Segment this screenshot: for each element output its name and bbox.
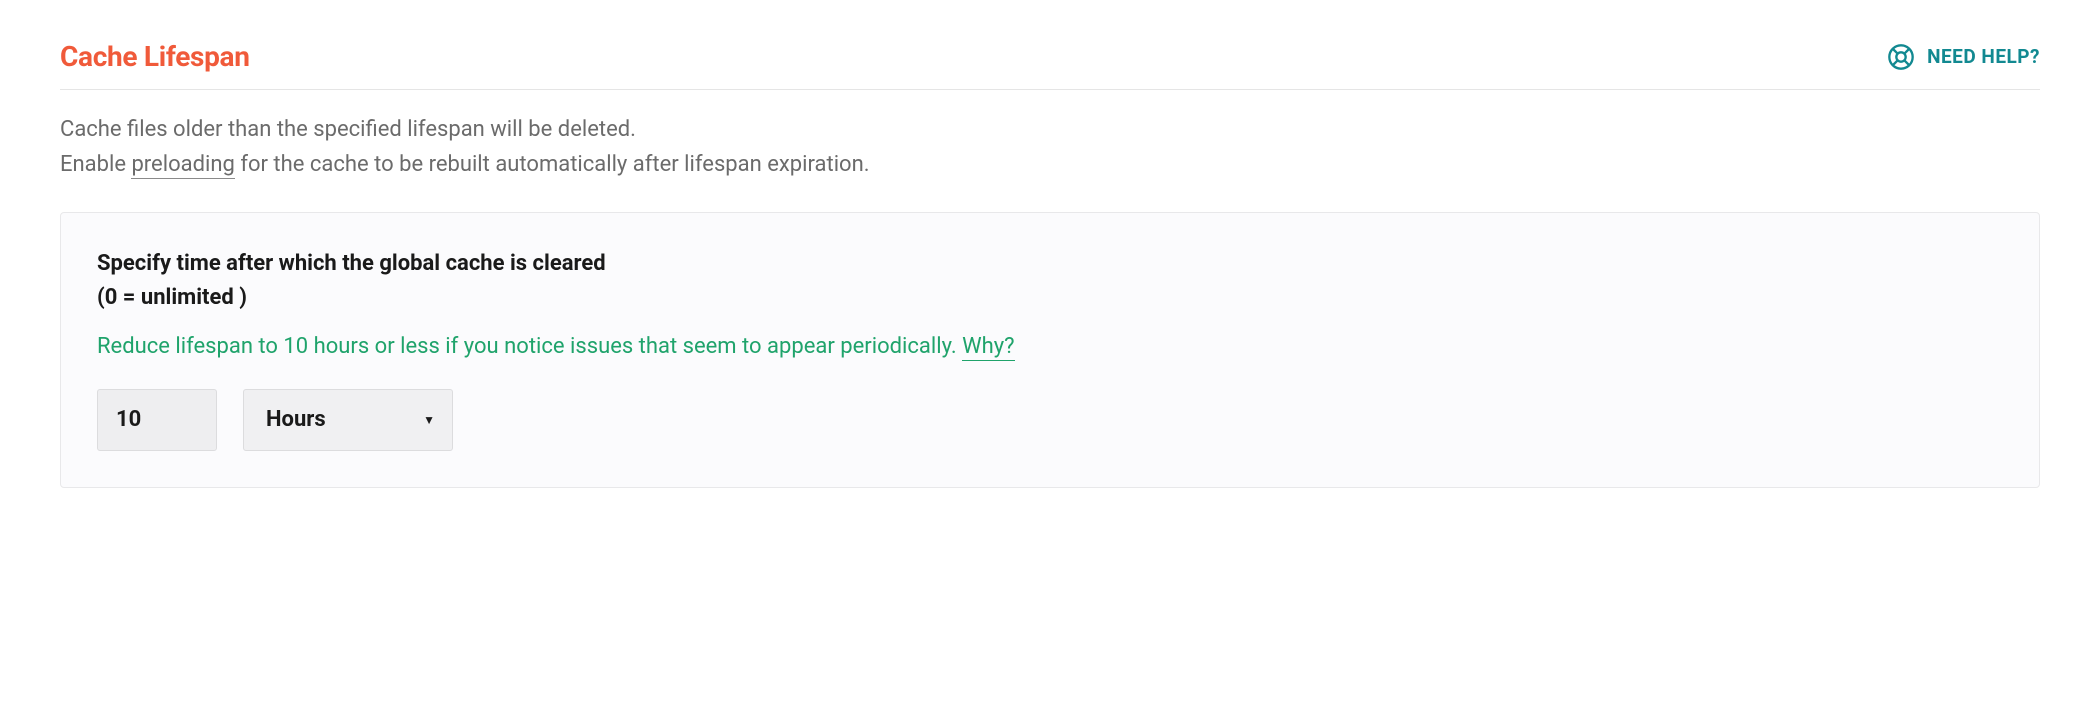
section-header: Cache Lifespan NEED HELP?: [60, 40, 2040, 90]
settings-heading-line-2: (0 = unlimited ): [97, 285, 247, 310]
settings-heading-line-1: Specify time after which the global cach…: [97, 251, 606, 276]
cache-lifespan-settings-box: Specify time after which the global cach…: [60, 212, 2040, 487]
lifebuoy-icon: [1887, 43, 1915, 71]
description-line-2-suffix: for the cache to be rebuilt automaticall…: [235, 152, 870, 177]
need-help-link[interactable]: NEED HELP?: [1887, 43, 2040, 71]
preloading-link[interactable]: preloading: [131, 152, 234, 179]
why-link[interactable]: Why?: [962, 334, 1014, 361]
section-description: Cache files older than the specified lif…: [60, 112, 2040, 182]
lifespan-value-input[interactable]: [97, 389, 217, 451]
need-help-label: NEED HELP?: [1927, 45, 2040, 68]
lifespan-unit-select-wrap: Hours ▼: [243, 389, 453, 451]
settings-heading: Specify time after which the global cach…: [97, 247, 2003, 315]
section-title: Cache Lifespan: [60, 40, 250, 73]
lifespan-input-row: Hours ▼: [97, 389, 2003, 451]
description-line-1: Cache files older than the specified lif…: [60, 112, 2040, 147]
settings-hint-prefix: Reduce lifespan to 10 hours or less if y…: [97, 334, 962, 359]
lifespan-unit-select[interactable]: Hours: [243, 389, 453, 451]
description-line-2-prefix: Enable: [60, 152, 131, 177]
settings-hint: Reduce lifespan to 10 hours or less if y…: [97, 334, 2003, 359]
description-line-2: Enable preloading for the cache to be re…: [60, 147, 2040, 182]
